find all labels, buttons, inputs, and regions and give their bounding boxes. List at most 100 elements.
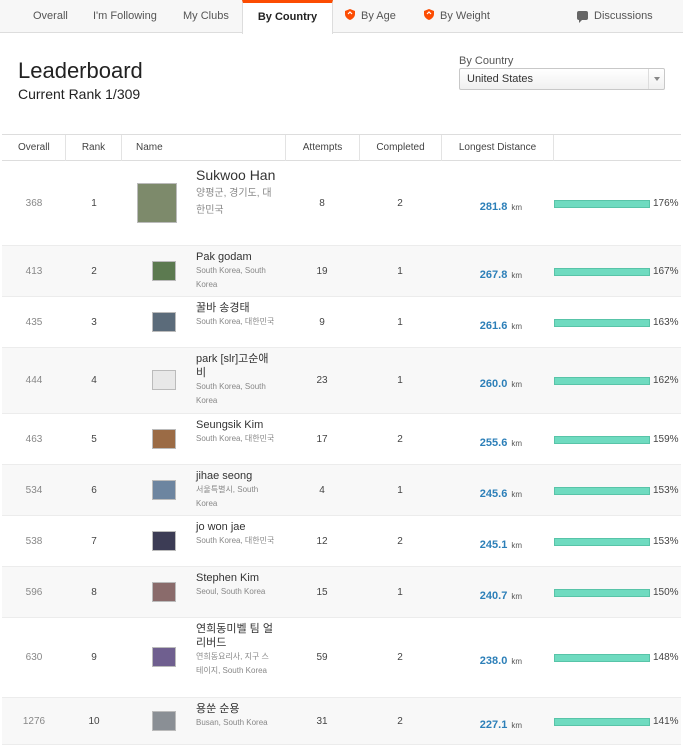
table-row[interactable]: 534 6 jihae seong 서울특별시, South Korea 4 1 245.6… [2, 465, 681, 516]
attempts: 8 [319, 198, 325, 209]
avatar[interactable] [152, 261, 176, 281]
progress-bar [554, 200, 650, 208]
avatar[interactable] [152, 531, 176, 551]
athlete-name[interactable]: park [slr]고순애비 [196, 352, 276, 380]
col-name[interactable]: Name [122, 135, 286, 161]
table-row[interactable]: 368 1 Sukwoo Han 양평군, 경기도, 대한민국 8 2 281.8 km 176… [2, 161, 681, 246]
athlete-location: 연희동요리사, 지구 스테이지, South Korea [196, 652, 269, 675]
table-row[interactable]: 538 7 jo won jae South Korea, 대한민국 12 2 245.1 k… [2, 516, 681, 567]
progress-bar [554, 654, 650, 662]
chevron-down-icon [648, 69, 664, 89]
percent: 159% [653, 434, 679, 445]
rank: 7 [91, 536, 97, 547]
longest-distance: 261.6 km [442, 316, 522, 334]
tab-label: My Clubs [183, 10, 229, 22]
athlete-name[interactable]: 연희동미벨 팀 얼리버드 [196, 622, 276, 650]
progress-bar [554, 268, 650, 276]
athlete-name[interactable]: 꿀바 송경태 [196, 301, 276, 315]
overall-rank: 368 [25, 198, 43, 209]
athlete-name[interactable]: Stephen Kim [196, 571, 276, 585]
table-row[interactable]: 444 4 park [slr]고순애비 South Korea, South Kor… [2, 348, 681, 414]
distance-unit: km [511, 541, 522, 550]
rank: 2 [91, 266, 97, 277]
progress-bar [554, 589, 650, 597]
chat-icon [577, 11, 588, 23]
avatar[interactable] [137, 183, 177, 223]
progress-bar [554, 718, 650, 726]
rank: 1 [91, 198, 97, 209]
percent: 141% [653, 716, 679, 727]
col-percent [554, 135, 681, 161]
table-row[interactable]: 435 3 꿀바 송경태 South Korea, 대한민국 9 1 261.6 km 163% [2, 297, 681, 348]
distance-unit: km [511, 271, 522, 280]
completed: 2 [397, 434, 403, 445]
avatar[interactable] [152, 370, 176, 390]
tab-discussions[interactable]: Discussions [577, 0, 653, 33]
avatar[interactable] [152, 582, 176, 602]
athlete-name[interactable]: Pak godam [196, 250, 276, 264]
percent: 163% [653, 317, 679, 328]
table-row[interactable]: 413 2 Pak godam South Korea, South Korea 19 1… [2, 246, 681, 297]
completed: 1 [397, 485, 403, 496]
col-completed[interactable]: Completed [360, 135, 442, 161]
progress-bar [554, 436, 650, 444]
attempts: 9 [319, 317, 325, 328]
percent: 150% [653, 587, 679, 598]
tab-overall[interactable]: Overall [33, 0, 68, 33]
athlete-location: South Korea, 대한민국 [196, 536, 275, 545]
distance-unit: km [511, 380, 522, 389]
tab-label: By Weight [440, 10, 490, 22]
tab-my-clubs[interactable]: My Clubs [183, 0, 229, 33]
col-longest-distance[interactable]: Longest Distance [442, 135, 554, 161]
table-row[interactable]: 1276 10 용쑨 순용 Busan, South Korea 31 2 227.1 km 1… [2, 698, 681, 745]
distance-value: 245.6 [479, 488, 508, 500]
longest-distance: 267.8 km [442, 265, 522, 283]
avatar[interactable] [152, 429, 176, 449]
distance-value: 267.8 [479, 269, 508, 281]
avatar[interactable] [152, 480, 176, 500]
table-row[interactable]: 463 5 Seungsik Kim South Korea, 대한민국 17 2 255.… [2, 414, 681, 465]
longest-distance: 245.6 km [442, 484, 522, 502]
attempts: 12 [316, 536, 328, 547]
athlete-name[interactable]: Sukwoo Han [196, 165, 276, 185]
rank: 9 [91, 652, 97, 663]
leaderboard-tabs: Overall I'm Following My Clubs By Countr… [0, 0, 683, 34]
longest-distance: 255.6 km [442, 433, 522, 451]
overall-rank: 534 [25, 485, 43, 496]
athlete-name[interactable]: Seungsik Kim [196, 418, 276, 432]
progress-bar [554, 319, 650, 327]
longest-distance: 240.7 km [442, 586, 522, 604]
distance-value: 281.8 [479, 201, 508, 213]
country-select[interactable]: United States [459, 68, 665, 90]
athlete-name[interactable]: 용쑨 순용 [196, 702, 276, 716]
tab-following[interactable]: I'm Following [93, 0, 157, 33]
col-rank[interactable]: Rank [66, 135, 122, 161]
athlete-location: South Korea, 대한민국 [196, 434, 275, 443]
tab-by-age[interactable]: By Age [345, 0, 396, 33]
completed: 2 [397, 716, 403, 727]
tab-by-weight[interactable]: By Weight [424, 0, 490, 33]
table-row[interactable]: 630 9 연희동미벨 팀 얼리버드 연희동요리사, 지구 스테이지, South K… [2, 618, 681, 698]
attempts: 17 [316, 434, 328, 445]
leaderboard-table: Overall Rank Name Attempts Completed Lon… [2, 134, 681, 745]
overall-rank: 413 [25, 266, 43, 277]
avatar[interactable] [152, 647, 176, 667]
distance-unit: km [511, 439, 522, 448]
col-overall[interactable]: Overall [2, 135, 66, 161]
athlete-name[interactable]: jihae seong [196, 469, 276, 483]
tab-by-country[interactable]: By Country [242, 0, 333, 34]
col-attempts[interactable]: Attempts [286, 135, 360, 161]
attempts: 23 [316, 375, 328, 386]
tab-label: By Country [257, 11, 318, 23]
overall-rank: 463 [25, 434, 43, 445]
attempts: 59 [316, 652, 328, 663]
avatar[interactable] [152, 312, 176, 332]
table-row[interactable]: 596 8 Stephen Kim Seoul, South Korea 15 1 240.… [2, 567, 681, 618]
athlete-info: Stephen Kim Seoul, South Korea [196, 571, 276, 599]
athlete-name[interactable]: jo won jae [196, 520, 276, 534]
athlete-info: 꿀바 송경태 South Korea, 대한민국 [196, 301, 276, 329]
attempts: 4 [319, 485, 325, 496]
shield-icon [345, 9, 355, 20]
distance-unit: km [511, 721, 522, 730]
avatar[interactable] [152, 711, 176, 731]
